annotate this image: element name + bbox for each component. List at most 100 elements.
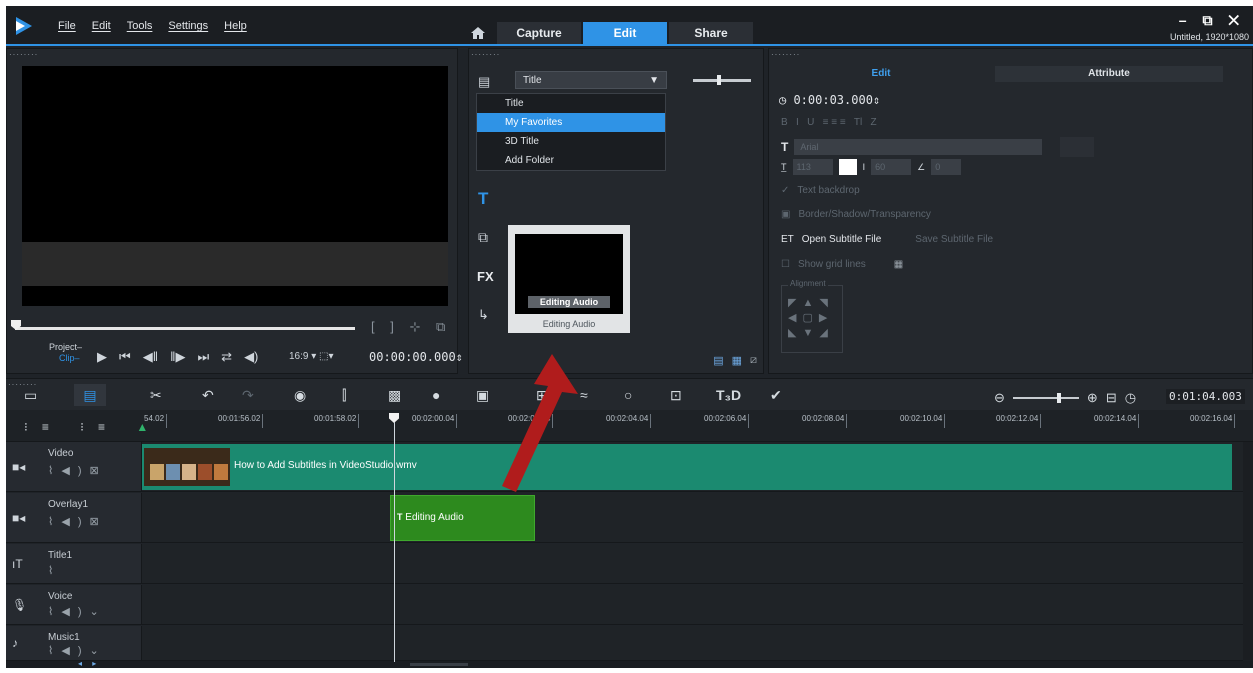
menu-help[interactable]: Help [224,20,247,32]
panel-grip[interactable]: ········ [771,50,800,59]
smart-proxy-icon[interactable]: ✔ [770,387,782,404]
dropdown-item-my-favorites[interactable]: My Favorites [477,113,665,132]
redo-icon[interactable]: ↷ [242,387,254,404]
aspect-ratio-controls[interactable]: 16:9 ▾ ⬚▾ [289,351,334,362]
title-category-icon[interactable]: T [478,189,488,209]
filter-category-icon[interactable]: FX [477,269,494,284]
project-clip-toggle[interactable]: Project– Clip– [49,342,82,364]
timeline-view-button[interactable]: ▤ [74,384,106,406]
grid-icon: ▦ [893,259,904,270]
scrub-bar[interactable] [15,327,355,330]
slider-knob[interactable] [717,75,721,85]
mask-icon[interactable]: ○ [624,387,632,403]
track-controls[interactable]: ⌇◀)⊠ [48,464,107,477]
zoom-in-icon[interactable]: ⊕ [1087,390,1098,406]
track-controls[interactable]: ⌇◀)⌄ [48,605,107,618]
tab-share[interactable]: Share [669,22,753,44]
path-category-icon[interactable]: ↳ [478,307,489,323]
volume-icon[interactable]: ◀) [244,349,258,365]
line-spacing-field[interactable]: 60 [871,159,912,175]
scroll-nav-arrows[interactable]: ◂ ▸ [78,659,100,668]
track-name: Voice [48,591,73,602]
play-icon[interactable]: ▶ [97,349,107,365]
transition-category-icon[interactable]: ⧉ [478,229,488,246]
list-view-icon[interactable]: ▤ [713,354,723,367]
fit-project-icon[interactable]: ⊟ [1106,390,1117,406]
dropdown-item-3d-title[interactable]: 3D Title [477,132,665,151]
end-icon[interactable]: ⏭ [197,349,209,365]
dropdown-item-add-folder[interactable]: Add Folder [477,151,665,170]
ruler-tick: 00:02:16.04 [1190,414,1236,428]
scroll-thumb[interactable] [410,663,468,666]
timeline-horizontal-scrollbar[interactable]: ◂ ▸ [6,659,1253,668]
timeline-vertical-scrollbar[interactable] [1243,442,1253,662]
library-folder-dropdown[interactable]: Title ▼ [515,71,667,89]
options-tab-edit[interactable]: Edit [773,66,989,82]
track-controls[interactable]: ⌇◀)⌄ [48,644,107,657]
checkbox-icon: ☐ [781,259,790,270]
options-tab-attribute[interactable]: Attribute [995,66,1223,82]
font-size-field[interactable]: 113 [792,159,833,175]
next-frame-icon[interactable]: ‖▶ [170,349,185,365]
border-shadow-option[interactable]: ▣ Border/Shadow/Transparency [781,209,931,220]
video-track-icon: ■◂ [12,459,26,474]
color-grading-icon[interactable]: ▩ [388,387,401,404]
previous-frame-icon[interactable]: ◀‖ [143,349,158,365]
pan-zoom-icon[interactable]: ⊡ [670,387,682,404]
menu-file[interactable]: File [58,20,76,32]
panel-grip[interactable]: ········ [9,50,38,59]
zoom-slider[interactable] [1012,393,1079,403]
repeat-icon[interactable]: ⇄ [221,349,232,365]
tab-edit[interactable]: Edit [583,22,667,44]
angle-field[interactable]: 0 [931,159,962,175]
thumb-view-icon[interactable]: ▦ [732,354,742,367]
library-view-controls: ▤ ▦ ⧄ [713,354,757,367]
track-controls[interactable]: ⌇◀)⊠ [48,515,107,528]
timeline-ruler[interactable]: ⁝≡ ⁝≡ ▲ 54.02 00:01:56.02 00:01:58.02 00… [6,410,1253,442]
show-grid-option[interactable]: ☐ Show grid lines ▦ [781,259,903,270]
mark-in-out-controls[interactable]: [ ] ⊹ ⧉ [371,319,451,335]
tab-capture[interactable]: Capture [497,22,581,44]
storyboard-view-icon[interactable]: ▭ [24,387,37,404]
dropdown-item-title[interactable]: Title [477,94,665,113]
color-picker[interactable] [838,159,857,175]
panel-grip[interactable]: ········ [471,50,500,59]
motion-tracking-icon[interactable]: ● [432,387,440,403]
preview-timecode[interactable]: 00:00:00.000⇕ [369,350,463,364]
sound-mixer-icon[interactable]: ⫿ [342,387,346,404]
options-toggle-icon[interactable]: ⧄ [750,354,757,367]
zoom-knob[interactable] [1056,393,1061,403]
alignment-grid[interactable]: ◤▲◥ ◀▢▶ ◣▼◢ [788,296,834,341]
duration-field[interactable]: ◷ 0:00:03.000⇕ [779,93,880,107]
3d-title-icon[interactable]: T₃D [716,387,741,403]
aspect-ratio-button[interactable]: 16:9 [289,351,308,362]
save-subtitle-button[interactable]: Save Subtitle File [915,234,993,245]
media-folder-icon[interactable]: ▤ [478,74,490,90]
dropdown-value: Title [523,74,542,86]
track-controls[interactable]: ⌇ [48,564,61,577]
open-subtitle-button[interactable]: ET Open Subtitle File Save Subtitle File [781,234,993,245]
menu-tools[interactable]: Tools [127,20,153,32]
text-style-buttons[interactable]: B I U ≡ ≡ ≡ Tl Z [781,117,877,128]
subtitle-editor-icon[interactable]: ▣ [476,387,489,404]
video-clip[interactable]: How to Add Subtitles in VideoStudio.wmv [142,444,1232,490]
thumbnail-size-slider[interactable] [693,75,751,85]
menu-edit[interactable]: Edit [92,20,111,32]
record-capture-icon[interactable]: ◉ [294,387,306,404]
zoom-out-icon[interactable]: ⊖ [994,390,1005,406]
title-clip[interactable]: T Editing Audio [390,495,535,541]
tools-icon[interactable]: ✂ [150,387,162,404]
project-info: Untitled, 1920*1080 [1169,32,1249,42]
timeline-toolbar: ········ ▭ ▤ ✂ ↶ ↷ ◉ ⫿ ▩ ● ▣ ⊞ ≈ ○ ⊡ T₃D… [6,378,1253,410]
font-color-swatch[interactable] [1060,137,1095,157]
undo-icon[interactable]: ↶ [202,387,214,404]
window-controls[interactable]: – ⧉ ✕ [1179,12,1245,29]
menu-settings[interactable]: Settings [168,20,208,32]
track-manager-controls[interactable]: ⁝≡ ⁝≡ ▲ [24,420,162,434]
font-select[interactable]: Arial [794,139,1043,155]
text-backdrop-option[interactable]: ✓ Text backdrop [781,185,860,196]
home-icon[interactable] [461,22,495,44]
text-backdrop-label: Text backdrop [797,185,860,196]
library-thumbnail[interactable]: Editing Audio Editing Audio [508,225,630,333]
home-start-icon[interactable]: ⏮ [119,349,131,365]
